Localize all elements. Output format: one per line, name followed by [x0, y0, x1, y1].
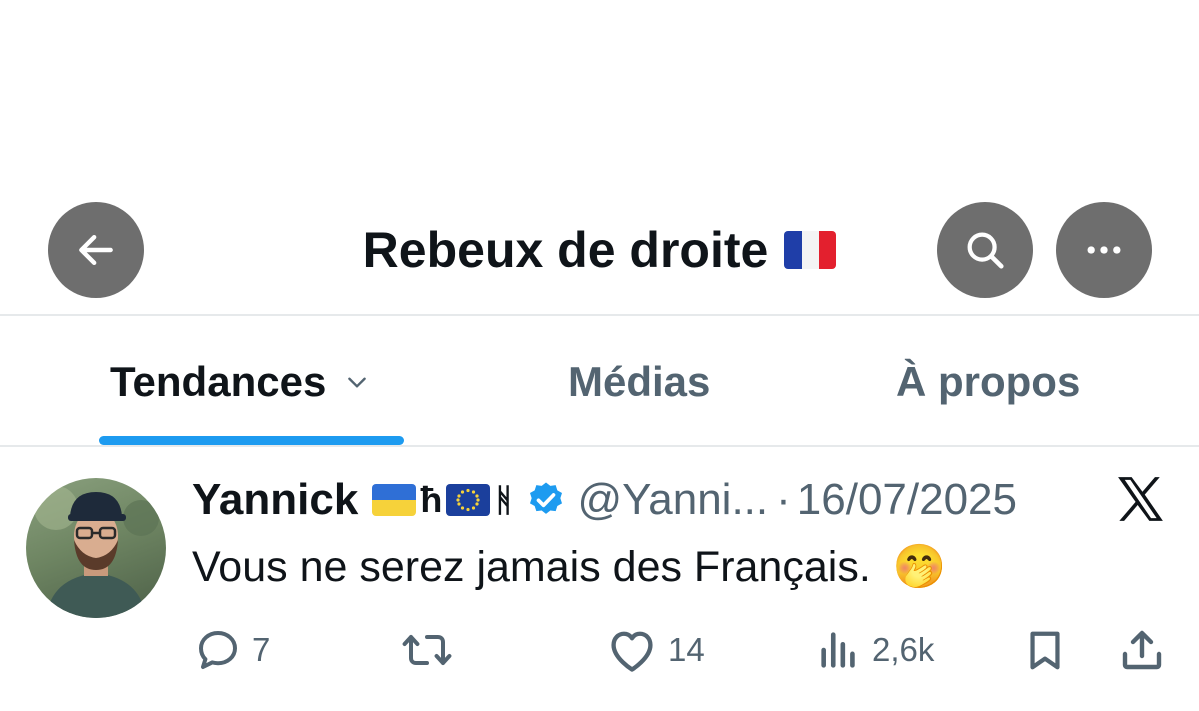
views-button[interactable]: 2,6k — [816, 620, 934, 680]
header-divider — [0, 314, 1199, 316]
tab-label: Médias — [568, 358, 711, 405]
like-button[interactable]: 14 — [606, 620, 705, 680]
retweet-icon — [402, 635, 452, 665]
tabs-divider — [0, 445, 1199, 447]
tweet-text: Vous ne serez jamais des Français. 🤭 — [192, 542, 946, 592]
avatar-image — [34, 486, 159, 618]
ukraine-flag-icon — [372, 484, 417, 516]
avatar[interactable] — [26, 478, 166, 618]
name-glyph: ћ — [420, 479, 443, 520]
x-logo-icon[interactable] — [1116, 476, 1166, 527]
search-icon — [967, 232, 1004, 269]
tab-medias[interactable]: Médias — [568, 352, 710, 412]
separator-dot: · — [776, 475, 791, 524]
verified-badge-icon — [529, 482, 562, 514]
author-handle[interactable]: @Yanni... — [578, 475, 769, 525]
page-title: Rebeux de droite — [362, 222, 769, 278]
tab-a-propos[interactable]: À propos — [896, 352, 1080, 412]
reply-button[interactable]: 7 — [194, 620, 270, 680]
hand-over-mouth-emoji: 🤭 — [892, 543, 947, 591]
reply-count: 7 — [252, 631, 271, 668]
heart-icon — [611, 631, 653, 672]
tab-tendances[interactable]: Tendances — [110, 352, 370, 412]
tweet-header: Yannick ћ ᚻ @Yanni... · 16/07/2025 — [192, 472, 1017, 528]
views-icon — [821, 632, 855, 668]
share-icon — [1122, 630, 1162, 670]
tweet-text-content: Vous ne serez jamais des Français. — [192, 543, 871, 591]
tab-label: À propos — [896, 358, 1081, 405]
search-button[interactable] — [937, 202, 1033, 298]
active-tab-indicator — [99, 436, 404, 445]
share-button[interactable] — [1118, 620, 1166, 680]
eu-flag-icon — [446, 484, 491, 516]
retweet-button[interactable] — [400, 620, 464, 680]
like-count: 14 — [668, 631, 705, 668]
more-button[interactable] — [1056, 202, 1152, 298]
name-glyph: ᚻ — [494, 481, 514, 518]
france-flag-icon — [784, 231, 837, 269]
views-count: 2,6k — [872, 631, 935, 668]
tab-label: Tendances — [110, 358, 327, 405]
bookmark-button[interactable] — [1022, 620, 1068, 680]
bookmark-icon — [1030, 631, 1060, 670]
reply-icon — [199, 631, 237, 669]
chevron-down-icon[interactable] — [344, 369, 370, 395]
author-name[interactable]: Yannick — [192, 475, 358, 525]
more-horizontal-icon — [1087, 246, 1121, 254]
tweet-date[interactable]: 16/07/2025 — [797, 475, 1017, 525]
